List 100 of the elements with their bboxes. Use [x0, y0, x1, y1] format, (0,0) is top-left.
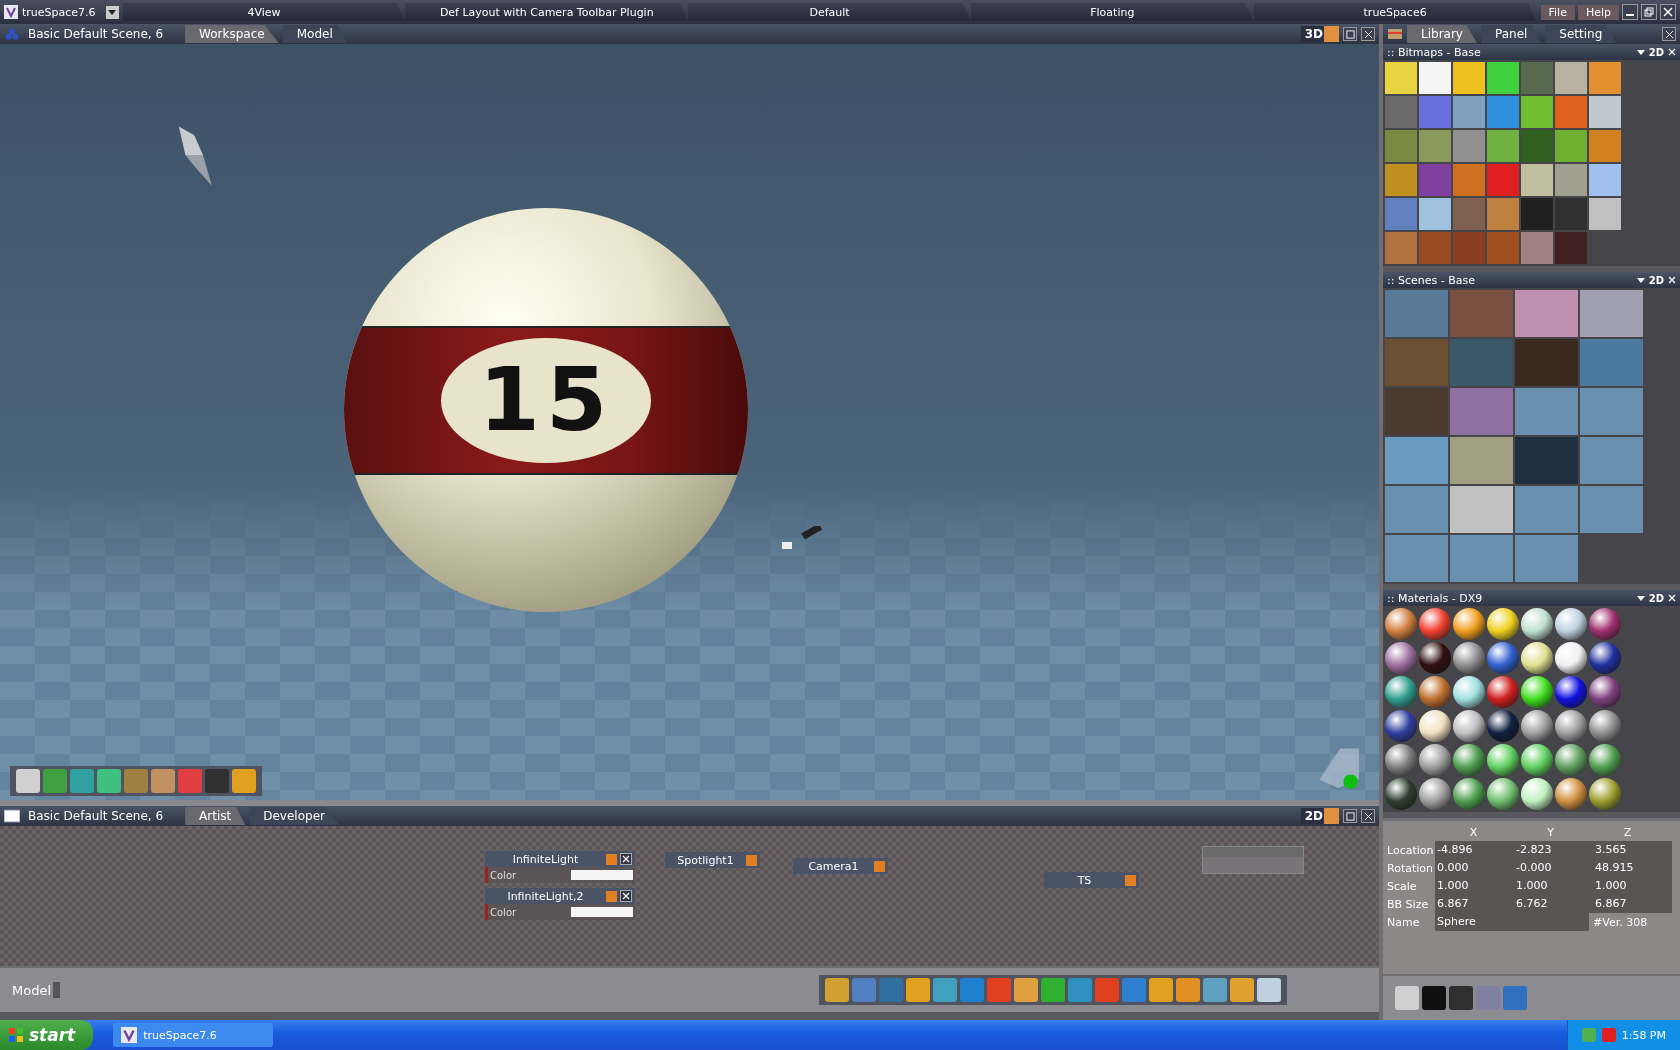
thumbnail-placeholder[interactable]	[1580, 437, 1643, 484]
material-sphere[interactable]	[1385, 710, 1417, 742]
thumbnail-placeholder[interactable]	[1515, 290, 1578, 337]
thumbnail-placeholder[interactable]	[1450, 535, 1513, 582]
layout-tab[interactable]: Default	[688, 3, 971, 21]
tool-icon[interactable]	[1068, 978, 1092, 1002]
thumbnail-placeholder[interactable]	[1555, 130, 1587, 162]
thumbnail-placeholder[interactable]	[1453, 232, 1485, 264]
node-header[interactable]: InfiniteLight,2	[485, 888, 635, 904]
thumbnail-placeholder[interactable]	[1385, 130, 1417, 162]
material-sphere[interactable]	[1487, 642, 1519, 674]
property-value[interactable]: 0.000	[1435, 859, 1514, 877]
thumbnail-placeholder[interactable]	[1419, 130, 1451, 162]
property-value[interactable]: 1.000	[1593, 877, 1672, 895]
material-sphere[interactable]	[1555, 642, 1587, 674]
library-tab[interactable]: Library	[1407, 25, 1477, 43]
thumbnail-placeholder[interactable]	[1515, 388, 1578, 435]
minimize-button[interactable]	[1622, 4, 1638, 20]
dropdown-icon[interactable]	[1636, 48, 1645, 56]
thumbnail-placeholder[interactable]	[1555, 198, 1587, 230]
thumbnail-placeholder[interactable]	[1450, 339, 1513, 386]
tray-icon[interactable]	[1601, 1028, 1616, 1042]
view-tab[interactable]: Workspace	[185, 25, 279, 43]
close-button[interactable]	[1660, 4, 1676, 20]
material-sphere[interactable]	[1385, 778, 1417, 810]
thumbnail-placeholder[interactable]	[1419, 198, 1451, 230]
layout-tab[interactable]: Def Layout with Camera Toolbar Plugin	[405, 3, 689, 21]
material-sphere[interactable]	[1555, 744, 1587, 776]
color-swatch[interactable]	[571, 907, 633, 917]
material-sphere[interactable]	[1589, 608, 1621, 640]
thumbnail-placeholder[interactable]	[1450, 486, 1513, 533]
thumbnail-placeholder[interactable]	[1515, 339, 1578, 386]
property-value[interactable]: 6.867	[1435, 895, 1514, 913]
thumbnail-placeholder[interactable]	[1515, 535, 1578, 582]
tool-icon[interactable]	[1149, 978, 1173, 1002]
property-value[interactable]: 1.000	[1514, 877, 1593, 895]
material-sphere[interactable]	[1521, 676, 1553, 708]
tool-icon[interactable]	[825, 978, 849, 1002]
tool-icon[interactable]	[879, 978, 903, 1002]
thumbnail-placeholder[interactable]	[1419, 232, 1451, 264]
thumbnail-placeholder[interactable]	[1385, 437, 1448, 484]
thumbnail-placeholder[interactable]	[1589, 164, 1621, 196]
material-sphere[interactable]	[1453, 744, 1485, 776]
thumbnail-placeholder[interactable]	[1589, 130, 1621, 162]
material-sphere[interactable]	[1521, 744, 1553, 776]
thumbnail-placeholder[interactable]	[1453, 164, 1485, 196]
thumbnail-placeholder[interactable]	[1453, 198, 1485, 230]
tool-icon[interactable]	[1395, 986, 1419, 1010]
material-sphere[interactable]	[1419, 676, 1451, 708]
tool-icon[interactable]	[1230, 978, 1254, 1002]
thumbnail-placeholder[interactable]	[1419, 62, 1451, 94]
thumbnail-placeholder[interactable]	[1589, 96, 1621, 128]
property-value[interactable]: 6.762	[1514, 895, 1593, 913]
material-sphere[interactable]	[1555, 710, 1587, 742]
tool-icon[interactable]	[70, 769, 94, 793]
material-sphere[interactable]	[1487, 778, 1519, 810]
tool-icon[interactable]	[1203, 978, 1227, 1002]
thumbnail-placeholder[interactable]	[1555, 232, 1587, 264]
node-toggle-icon[interactable]	[874, 860, 885, 872]
tool-icon[interactable]	[1503, 986, 1527, 1010]
thumbnail-placeholder[interactable]	[1487, 130, 1519, 162]
thumbnail-placeholder[interactable]	[1589, 62, 1621, 94]
close-button[interactable]	[1662, 27, 1676, 41]
view-mode-button[interactable]: 3D	[1300, 26, 1339, 42]
tool-icon[interactable]	[852, 978, 876, 1002]
dropdown-icon[interactable]	[1636, 594, 1645, 602]
thumbnail-placeholder[interactable]	[1385, 62, 1417, 94]
property-value[interactable]: 48.915	[1593, 859, 1672, 877]
material-sphere[interactable]	[1487, 676, 1519, 708]
material-sphere[interactable]	[1521, 710, 1553, 742]
material-sphere[interactable]	[1453, 710, 1485, 742]
tool-icon[interactable]	[124, 769, 148, 793]
material-sphere[interactable]	[1589, 778, 1621, 810]
tool-icon[interactable]	[232, 769, 256, 793]
thumbnail-placeholder[interactable]	[1385, 535, 1448, 582]
thumbnail-placeholder[interactable]	[1521, 164, 1553, 196]
tool-icon[interactable]	[1422, 986, 1446, 1010]
close-button[interactable]	[1361, 809, 1375, 823]
node-toggle-icon[interactable]	[746, 854, 757, 866]
view-tab[interactable]: Model	[282, 25, 347, 43]
thumbnail-placeholder[interactable]	[1450, 437, 1513, 484]
thumbnail-placeholder[interactable]	[1521, 62, 1553, 94]
thumbnail-placeholder[interactable]	[1580, 486, 1643, 533]
material-sphere[interactable]	[1589, 642, 1621, 674]
menu-item[interactable]: File	[1540, 4, 1575, 20]
tool-icon[interactable]	[960, 978, 984, 1002]
dropdown-icon[interactable]	[1636, 276, 1645, 284]
thumbnail-placeholder[interactable]	[1521, 198, 1553, 230]
thumbnail-placeholder[interactable]	[1453, 62, 1485, 94]
tray-icon[interactable]	[1581, 1028, 1596, 1042]
material-sphere[interactable]	[1419, 778, 1451, 810]
close-button[interactable]	[1361, 27, 1375, 41]
thumbnail-placeholder[interactable]	[1521, 130, 1553, 162]
material-sphere[interactable]	[1385, 676, 1417, 708]
node-header[interactable]: Camera1	[793, 858, 888, 874]
material-sphere[interactable]	[1589, 676, 1621, 708]
layout-tab[interactable]: Floating	[970, 3, 1254, 21]
tool-icon[interactable]	[1257, 978, 1281, 1002]
thumbnail-placeholder[interactable]	[1419, 164, 1451, 196]
thumbnail-placeholder[interactable]	[1385, 198, 1417, 230]
